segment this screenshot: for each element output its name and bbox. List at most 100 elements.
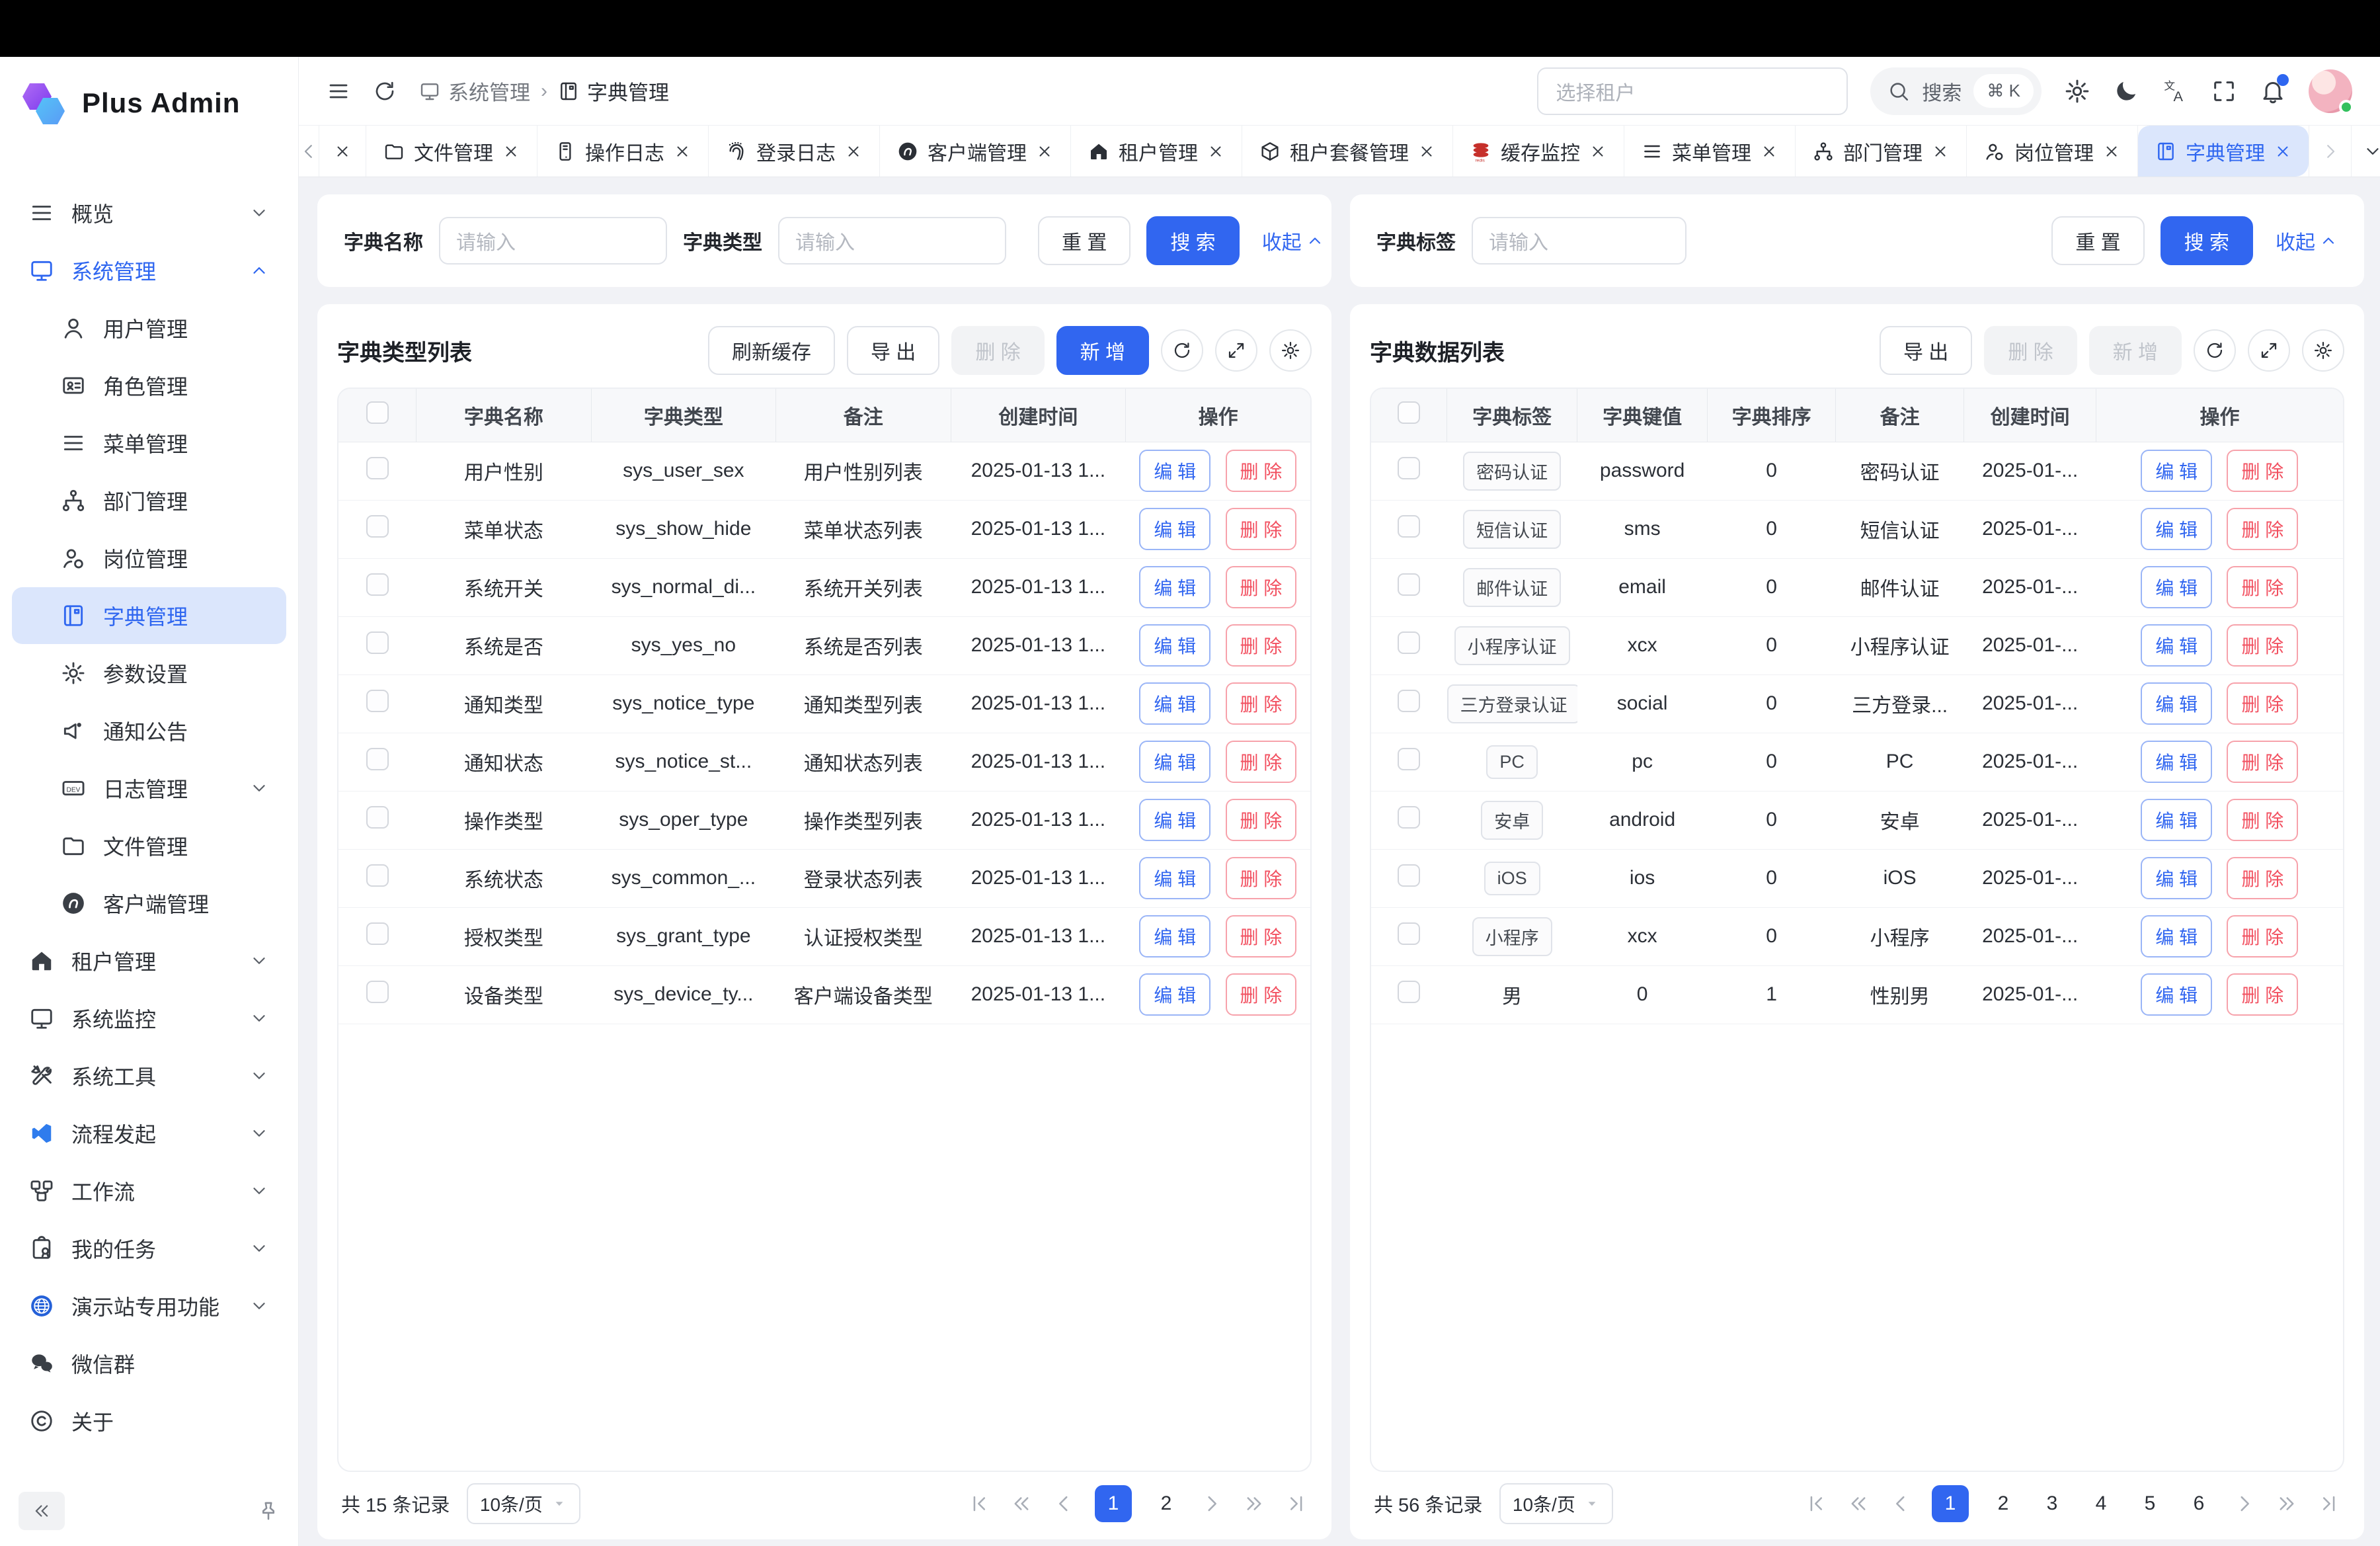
row-checkbox[interactable]: [366, 515, 389, 538]
next-page-button[interactable]: [2233, 1492, 2256, 1515]
sidebar-item-system-management[interactable]: 系统管理: [12, 242, 286, 299]
edit-button[interactable]: 编 辑: [1139, 915, 1210, 957]
row-checkbox[interactable]: [366, 573, 389, 596]
delete-button[interactable]: 删 除: [1226, 508, 1297, 550]
delete-button[interactable]: 删 除: [2227, 450, 2298, 492]
edit-button[interactable]: 编 辑: [2141, 857, 2212, 899]
sidebar-item-wechat-group[interactable]: 微信群: [12, 1335, 286, 1392]
user-avatar[interactable]: [2309, 69, 2352, 113]
sidebar-item-process-start[interactable]: 流程发起: [12, 1105, 286, 1162]
edit-button[interactable]: 编 辑: [2141, 741, 2212, 783]
sidebar-item-notice[interactable]: 通知公告: [12, 702, 286, 759]
edit-button[interactable]: 编 辑: [2141, 682, 2212, 725]
reset-button[interactable]: 重 置: [1038, 216, 1130, 265]
row-checkbox[interactable]: [1398, 457, 1420, 479]
page-6-button[interactable]: 6: [2184, 1492, 2213, 1515]
delete-button[interactable]: 删 除: [2227, 973, 2298, 1016]
edit-button[interactable]: 编 辑: [2141, 508, 2212, 550]
delete-button[interactable]: 删 除: [2227, 508, 2298, 550]
first-page-button[interactable]: [968, 1492, 990, 1515]
sidebar-item-system-monitor[interactable]: 系统监控: [12, 990, 286, 1047]
close-icon[interactable]: [334, 143, 351, 160]
edit-button[interactable]: 编 辑: [1139, 857, 1210, 899]
row-checkbox[interactable]: [366, 690, 389, 712]
first-page-button[interactable]: [1805, 1492, 1827, 1515]
row-checkbox[interactable]: [366, 748, 389, 770]
sidebar-item-dept-management[interactable]: 部门管理: [12, 472, 286, 529]
row-checkbox[interactable]: [1398, 515, 1420, 538]
page-3-button[interactable]: 3: [2038, 1492, 2067, 1515]
edit-button[interactable]: 编 辑: [1139, 566, 1210, 608]
row-checkbox[interactable]: [366, 981, 389, 1003]
edit-button[interactable]: 编 辑: [2141, 624, 2212, 667]
page-5-button[interactable]: 5: [2135, 1492, 2164, 1515]
row-checkbox[interactable]: [366, 457, 389, 479]
tab-operation-log[interactable]: 操作日志: [537, 126, 709, 177]
sidebar-item-client-management[interactable]: 客户端管理: [12, 875, 286, 932]
row-checkbox[interactable]: [1398, 631, 1420, 654]
page-1-button[interactable]: 1: [1932, 1485, 1969, 1522]
edit-button[interactable]: 编 辑: [1139, 450, 1210, 492]
sidebar-pin-button[interactable]: [257, 1500, 280, 1522]
delete-button[interactable]: 删 除: [2227, 682, 2298, 725]
settings-button[interactable]: [2064, 78, 2090, 104]
edit-button[interactable]: 编 辑: [1139, 973, 1210, 1016]
sidebar-item-my-tasks[interactable]: 我的任务: [12, 1220, 286, 1277]
row-checkbox[interactable]: [1398, 690, 1420, 712]
page-size-select[interactable]: 10条/页: [467, 1483, 580, 1524]
select-all-checkbox[interactable]: [366, 401, 389, 424]
sidebar-collapse-button[interactable]: [19, 1492, 65, 1530]
dark-mode-toggle[interactable]: [2113, 78, 2139, 104]
delete-button[interactable]: 删 除: [2227, 799, 2298, 841]
row-checkbox[interactable]: [1398, 864, 1420, 887]
table-settings-button[interactable]: [1269, 329, 1312, 372]
collapse-search-link[interactable]: 收起: [2276, 226, 2338, 255]
sidebar-item-post-management[interactable]: 岗位管理: [12, 530, 286, 587]
delete-button[interactable]: 删 除: [2227, 624, 2298, 667]
sidebar-item-overview[interactable]: 概览: [12, 184, 286, 241]
tab-dict-management[interactable]: 字典管理: [2138, 126, 2309, 177]
sidebar-item-menu-management[interactable]: 菜单管理: [12, 415, 286, 471]
tabs-scroll-left-button[interactable]: [299, 126, 319, 177]
sidebar-item-tenant-management[interactable]: 租户管理: [12, 932, 286, 989]
search-button[interactable]: 搜 索: [2161, 216, 2253, 265]
dict-name-input[interactable]: 请输入: [439, 217, 667, 264]
tabs-dropdown-button[interactable]: [2351, 126, 2380, 177]
fullscreen-button[interactable]: [2211, 78, 2237, 104]
tab-file-management[interactable]: 文件管理: [366, 126, 537, 177]
row-checkbox[interactable]: [1398, 748, 1420, 770]
row-checkbox[interactable]: [366, 806, 389, 829]
delete-button[interactable]: 删 除: [2227, 741, 2298, 783]
tab-tenant-package[interactable]: 租户套餐管理: [1242, 126, 1453, 177]
sidebar-item-workflow[interactable]: 工作流: [12, 1162, 286, 1219]
prev-fast-button[interactable]: [1847, 1492, 1870, 1515]
table-settings-button[interactable]: [2302, 329, 2344, 372]
tab-post-management[interactable]: 岗位管理: [1967, 126, 2138, 177]
sidebar-item-demo-features[interactable]: 演示站专用功能: [12, 1278, 286, 1334]
delete-button[interactable]: 删 除: [2227, 857, 2298, 899]
sidebar-item-role-management[interactable]: 角色管理: [12, 357, 286, 414]
sidebar-item-file-management[interactable]: 文件管理: [12, 817, 286, 874]
tab-cache-monitor[interactable]: 缓存监控: [1453, 126, 1624, 177]
delete-button[interactable]: 删 除: [1226, 857, 1297, 899]
row-checkbox[interactable]: [1398, 922, 1420, 945]
row-checkbox[interactable]: [366, 864, 389, 887]
dict-type-input[interactable]: 请输入: [778, 217, 1006, 264]
prev-fast-button[interactable]: [1010, 1492, 1033, 1515]
export-button[interactable]: 导 出: [1880, 326, 1972, 375]
delete-button[interactable]: 删 除: [2227, 566, 2298, 608]
tab-partial[interactable]: [319, 126, 366, 177]
dict-label-input[interactable]: 请输入: [1472, 217, 1686, 264]
delete-button[interactable]: 删 除: [1226, 624, 1297, 667]
table-refresh-button[interactable]: [1161, 329, 1203, 372]
delete-button[interactable]: 删 除: [1226, 566, 1297, 608]
tab-menu-management[interactable]: 菜单管理: [1624, 126, 1796, 177]
sidebar-item-system-tools[interactable]: 系统工具: [12, 1047, 286, 1104]
language-toggle[interactable]: [2162, 78, 2188, 104]
next-fast-button[interactable]: [2276, 1492, 2298, 1515]
sidebar-item-param-settings[interactable]: 参数设置: [12, 645, 286, 702]
notifications-button[interactable]: [2260, 78, 2286, 104]
page-4-button[interactable]: 4: [2086, 1492, 2116, 1515]
edit-button[interactable]: 编 辑: [2141, 566, 2212, 608]
sidebar-item-user-management[interactable]: 用户管理: [12, 300, 286, 356]
